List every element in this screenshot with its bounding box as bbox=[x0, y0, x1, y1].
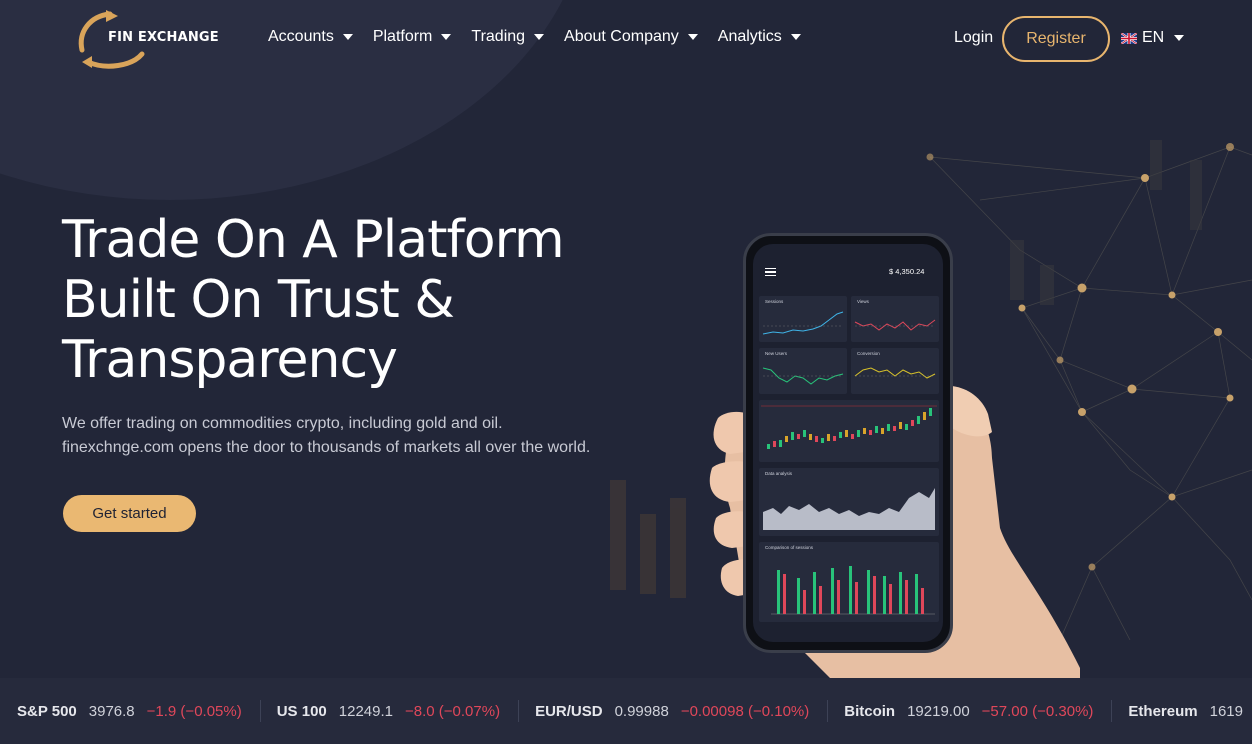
conversion-card: Conversion bbox=[851, 348, 939, 394]
phone-device: $ 4,350.24 Sessions Views New Users Conv… bbox=[743, 233, 953, 653]
chevron-down-icon bbox=[342, 34, 353, 40]
ticker-change: −1.9 (−0.05%) bbox=[146, 702, 242, 720]
nav-item-label: Trading bbox=[471, 28, 526, 45]
candlestick-decoration bbox=[610, 480, 686, 598]
hero-subtitle: We offer trading on commodities crypto, … bbox=[62, 412, 602, 460]
ticker-change: −57.00 (−0.30%) bbox=[981, 702, 1094, 720]
ticker-divider bbox=[1111, 700, 1113, 722]
language-label: EN bbox=[1142, 29, 1165, 46]
main-nav: Accounts Platform Trading About Company … bbox=[268, 28, 821, 46]
ticker-symbol: Bitcoin bbox=[844, 702, 896, 720]
nav-item-label: About Company bbox=[564, 28, 679, 45]
ticker-item[interactable]: S&P 500 3976.8 −1.9 (−0.05%) bbox=[17, 678, 277, 744]
market-ticker: S&P 500 3976.8 −1.9 (−0.05%) US 100 1224… bbox=[0, 678, 1252, 744]
hero-title-line: Trade On A Platform bbox=[62, 210, 565, 270]
views-card: Views bbox=[851, 296, 939, 342]
hero-subtitle-line: finexchnge.com opens the door to thousan… bbox=[62, 439, 591, 456]
chevron-down-icon bbox=[534, 34, 545, 40]
get-started-button[interactable]: Get started bbox=[63, 495, 196, 532]
nav-item-platform[interactable]: Platform bbox=[373, 28, 452, 46]
ticker-divider bbox=[259, 700, 261, 722]
chevron-down-icon bbox=[790, 34, 801, 40]
nav-item-accounts[interactable]: Accounts bbox=[268, 28, 353, 46]
ticker-item[interactable]: Bitcoin 19219.00 −57.00 (−0.30%) bbox=[844, 678, 1128, 744]
nav-item-label: Analytics bbox=[717, 28, 782, 45]
ticker-item[interactable]: EUR/USD 0.99988 −0.00098 (−0.10%) bbox=[535, 678, 844, 744]
ticker-price: 19219.00 bbox=[907, 702, 970, 720]
candlestick-card bbox=[759, 400, 939, 462]
nav-item-trading[interactable]: Trading bbox=[471, 28, 545, 46]
chevron-down-icon bbox=[1174, 35, 1185, 41]
new-users-card: New Users bbox=[759, 348, 847, 394]
register-button[interactable]: Register bbox=[1002, 16, 1110, 62]
phone-balance: $ 4,350.24 bbox=[889, 267, 925, 276]
ticker-change: −0.00098 (−0.10%) bbox=[680, 702, 810, 720]
ticker-symbol: EUR/USD bbox=[535, 702, 603, 720]
menu-icon bbox=[765, 268, 776, 276]
ticker-item[interactable]: Ethereum 1619 bbox=[1128, 678, 1252, 744]
site-header: FIN EXCHANGE Accounts Platform Trading A… bbox=[0, 0, 1252, 78]
logo[interactable]: FIN EXCHANGE bbox=[76, 10, 219, 70]
language-selector[interactable]: EN bbox=[1121, 29, 1185, 47]
ticker-symbol: Ethereum bbox=[1128, 702, 1198, 720]
ticker-price: 1619 bbox=[1209, 702, 1243, 720]
sessions-card: Sessions bbox=[759, 296, 847, 342]
ticker-change: −8.0 (−0.07%) bbox=[405, 702, 501, 720]
ticker-divider bbox=[827, 700, 829, 722]
nav-item-label: Accounts bbox=[268, 28, 334, 45]
nav-item-analytics[interactable]: Analytics bbox=[718, 28, 801, 46]
chevron-down-icon bbox=[441, 34, 452, 40]
hero-subtitle-line: We offer trading on commodities crypto, … bbox=[62, 415, 503, 432]
nav-item-label: Platform bbox=[372, 28, 433, 45]
data-analysis-card: Data analysis bbox=[759, 468, 939, 536]
chevron-down-icon bbox=[687, 34, 698, 40]
phone-screen: $ 4,350.24 Sessions Views New Users Conv… bbox=[753, 244, 943, 642]
ticker-price: 12249.1 bbox=[338, 702, 393, 720]
ticker-price: 3976.8 bbox=[88, 702, 135, 720]
nav-item-about-company[interactable]: About Company bbox=[564, 28, 698, 46]
phone-illustration: $ 4,350.24 Sessions Views New Users Conv… bbox=[700, 228, 1080, 678]
ticker-item[interactable]: US 100 12249.1 −8.0 (−0.07%) bbox=[277, 678, 535, 744]
comparison-card: Comparison of sessions bbox=[759, 542, 939, 622]
ticker-symbol: US 100 bbox=[276, 702, 327, 720]
ticker-divider bbox=[518, 700, 520, 722]
brand-name: FIN EXCHANGE bbox=[108, 30, 219, 45]
hero-title-line: Transparency bbox=[62, 330, 398, 390]
hero-title: Trade On A Platform Built On Trust & Tra… bbox=[62, 210, 642, 390]
login-link[interactable]: Login bbox=[954, 29, 993, 47]
ticker-price: 0.99988 bbox=[614, 702, 669, 720]
uk-flag-icon bbox=[1121, 32, 1137, 44]
hero-title-line: Built On Trust & bbox=[62, 270, 455, 330]
ticker-symbol: S&P 500 bbox=[17, 702, 77, 720]
